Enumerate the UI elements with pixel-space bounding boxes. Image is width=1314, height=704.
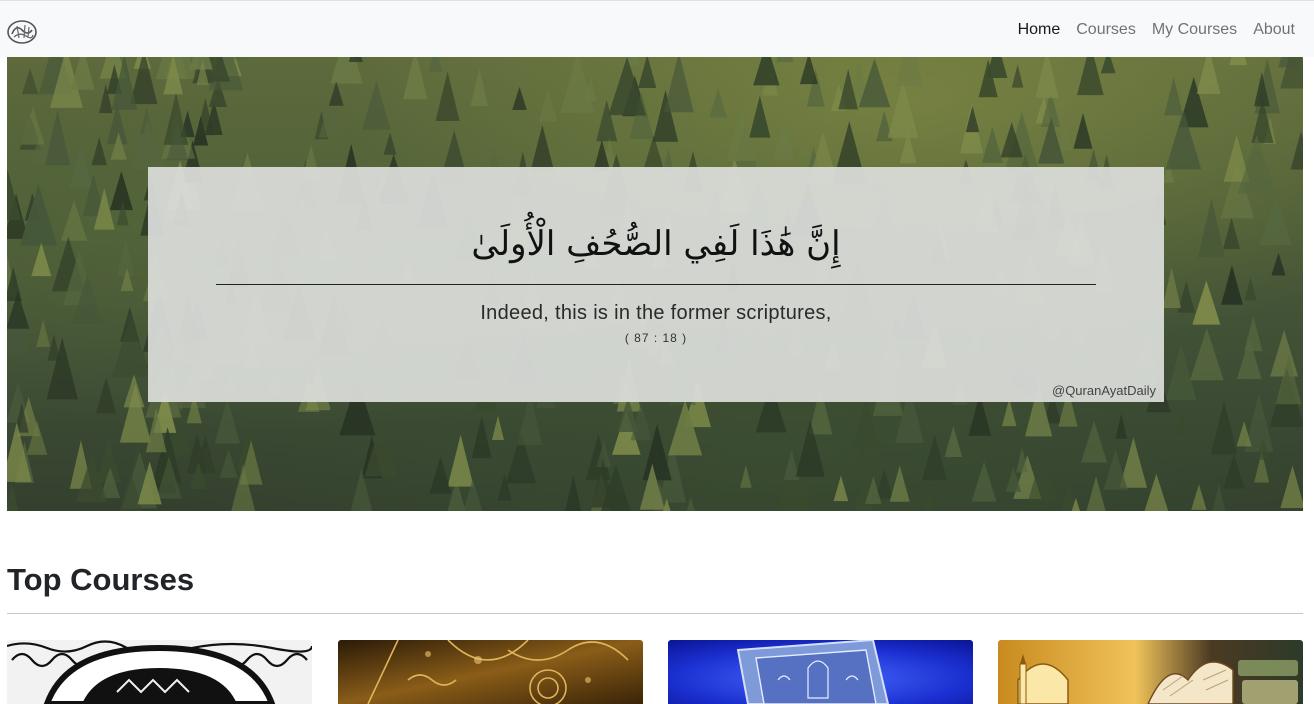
- nav-my-courses-link[interactable]: My Courses: [1152, 20, 1237, 40]
- verse-divider: [216, 284, 1096, 285]
- section-divider: [7, 613, 1303, 614]
- mosque-book-image: [998, 640, 1303, 704]
- verse-translation: Indeed, this is in the former scriptures…: [480, 302, 832, 324]
- verse-arabic-text: إِنَّ هَٰذَا لَفِي الصُّحُفِ الْأُولَىٰ: [471, 224, 841, 264]
- course-card[interactable]: [7, 640, 312, 704]
- section-title: Top Courses: [7, 562, 195, 597]
- navbar: Home Courses My Courses About: [0, 0, 1314, 57]
- nav-home-link[interactable]: Home: [1018, 20, 1061, 40]
- quran-calligraphy-logo-icon[interactable]: [6, 18, 38, 46]
- hero-banner: إِنَّ هَٰذَا لَفِي الصُّحُفِ الْأُولَىٰ …: [7, 57, 1303, 511]
- golden-quran-cover-image: [338, 640, 643, 704]
- verse-source-handle: @QuranAyatDaily: [1052, 383, 1156, 398]
- nav-links: Home Courses My Courses About: [1018, 20, 1295, 40]
- nav-courses-link[interactable]: Courses: [1076, 20, 1136, 40]
- verse-reference: ( 87 : 18 ): [624, 331, 688, 345]
- ornamental-arch-image: [7, 640, 312, 704]
- course-card[interactable]: [998, 640, 1303, 704]
- verse-card: إِنَّ هَٰذَا لَفِي الصُّحُفِ الْأُولَىٰ …: [148, 167, 1164, 402]
- blue-quran-image: [668, 640, 973, 704]
- nav-about-link[interactable]: About: [1253, 20, 1295, 40]
- course-card[interactable]: [668, 640, 973, 704]
- course-card[interactable]: [338, 640, 643, 704]
